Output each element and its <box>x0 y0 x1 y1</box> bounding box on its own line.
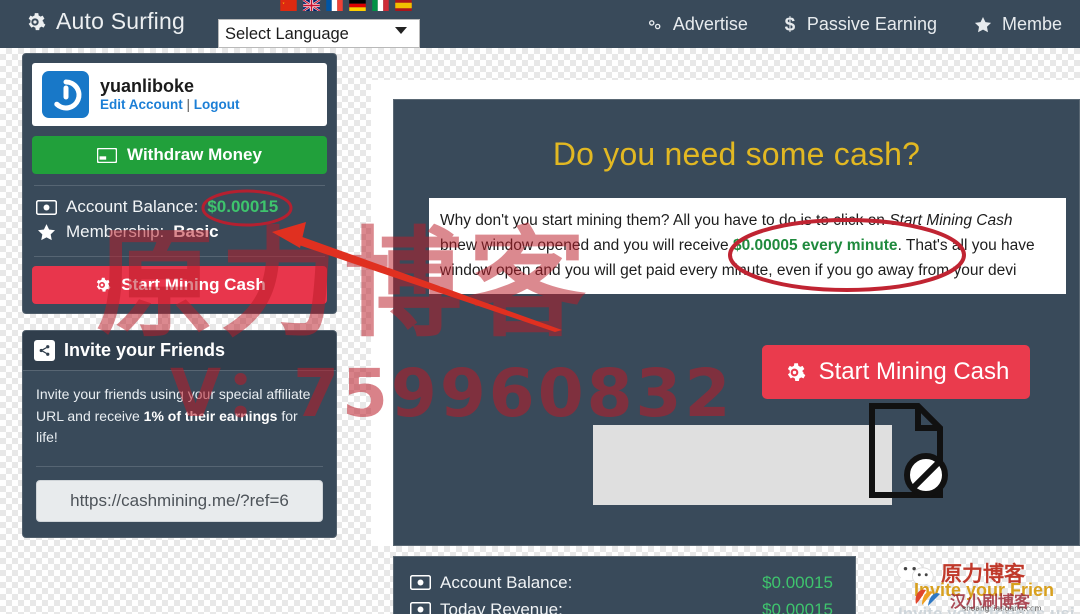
flag-germany-icon[interactable] <box>347 0 368 11</box>
gear-icon <box>28 12 46 30</box>
flag-france-icon[interactable] <box>324 0 345 11</box>
stat-value: Basic <box>173 221 219 241</box>
stat-value: $0.00015 <box>207 197 279 216</box>
profile-text: yuanliboke Edit Account | Logout <box>100 75 240 114</box>
bottom-stat-label-wrap: Account Balance: <box>410 569 572 596</box>
info-line2-a: new window opened and you will receive <box>448 237 733 255</box>
edit-account-link[interactable]: Edit Account <box>100 97 183 112</box>
withdraw-money-label: Withdraw Money <box>127 145 262 164</box>
divider <box>36 465 323 467</box>
brand-logo[interactable]: Auto Surfing <box>24 8 185 35</box>
share-icon <box>34 339 55 361</box>
nav-link-label: Passive Earning <box>806 13 937 34</box>
bottom-stat-account-balance: Account Balance: $0.00015 <box>410 569 833 596</box>
stat-membership: Membership: Basic <box>32 220 327 245</box>
profile-links: Edit Account | Logout <box>100 97 240 114</box>
info-seg2: b <box>440 237 449 255</box>
info-emphasis: Start Mining Cash <box>889 212 1013 229</box>
divider <box>34 255 325 257</box>
start-mining-cash-button-sidebar[interactable]: Start Mining Cash <box>32 265 327 304</box>
invite-friends-title: Invite your Friends <box>64 339 226 360</box>
credit-card-icon <box>97 147 118 163</box>
bottom-stats-panel: Account Balance: $0.00015 Today Revenue:… <box>393 556 856 614</box>
start-mining-label: Start Mining Cash <box>121 274 266 294</box>
bottom-stat-label: Today Revenue: <box>440 600 563 614</box>
wechat-overlay-badge: 原力博客 Invite your Frien 汉小刷博客 shuangxiaog… <box>890 560 1080 614</box>
dollar-icon: $ <box>785 14 796 34</box>
invite-friends-text: Invite your friends using your special a… <box>36 384 323 449</box>
stat-account-balance: Account Balance: $0.00015 <box>32 195 327 220</box>
broken-image-icon <box>869 403 948 498</box>
nav-link-advertise[interactable]: Advertise <box>627 14 766 35</box>
star-icon <box>974 16 992 32</box>
username: yuanliboke <box>100 75 195 96</box>
sidebar: yuanliboke Edit Account | Logout Withdra… <box>22 53 337 538</box>
money-bill-icon <box>36 199 57 215</box>
info-rate: $0.00005 every minute <box>732 237 898 255</box>
main-panel: Do you need some cash? Why don't you sta… <box>371 80 1080 546</box>
nav-link-label: Advertise <box>672 13 748 34</box>
gear-icon <box>787 362 805 381</box>
mining-info-box: Why don't you start mining them? All you… <box>429 198 1066 295</box>
avatar-logo-icon <box>53 79 81 110</box>
main-content-card: Do you need some cash? Why don't you sta… <box>393 99 1080 546</box>
bottom-stat-today-revenue: Today Revenue: $0.00015 <box>410 596 833 614</box>
invite-friends-card: Invite your Friends Invite your friends … <box>22 329 337 538</box>
invite-friends-body: Invite your friends using your special a… <box>23 371 336 537</box>
bottom-stat-value: $0.00015 <box>762 573 833 592</box>
divider <box>34 185 325 186</box>
flag-italy-icon[interactable] <box>370 0 391 11</box>
star-icon <box>38 224 55 241</box>
gear-icon <box>97 277 111 292</box>
brand-title: Auto Surfing <box>56 8 185 34</box>
profile-block: yuanliboke Edit Account | Logout <box>32 63 327 126</box>
money-bill-icon <box>410 575 431 591</box>
link-chain-icon <box>648 19 661 29</box>
withdraw-money-button[interactable]: Withdraw Money <box>32 136 327 174</box>
flag-spain-icon[interactable] <box>393 0 414 11</box>
navbar-links: Advertise $ Passive Earning Membe <box>627 0 1080 48</box>
bottom-stat-value: $0.00015 <box>762 600 833 614</box>
nav-link-membership[interactable]: Membe <box>955 14 1080 35</box>
invite-text-bold: 1% of their earnings <box>143 407 278 424</box>
svg-text:$: $ <box>785 14 796 34</box>
flag-china-icon[interactable] <box>278 0 299 11</box>
logout-link[interactable]: Logout <box>194 97 240 112</box>
referral-url-input[interactable] <box>36 479 323 522</box>
start-mining-label: Start Mining Cash <box>818 358 1010 385</box>
bottom-stat-label-wrap: Today Revenue: <box>410 596 563 614</box>
nav-link-label: Membe <box>1001 13 1062 34</box>
info-seg1: Why don't you start mining them? All you… <box>440 212 890 229</box>
wechat-bottom-text: Invite your friends usi <box>898 604 1075 614</box>
money-bill-icon <box>410 602 431 614</box>
info-line3: window open and you will get paid every … <box>440 262 1017 280</box>
broken-image-placeholder <box>593 425 892 505</box>
page-title: Do you need some cash? <box>552 136 921 172</box>
start-mining-cash-button-main[interactable]: Start Mining Cash <box>762 345 1030 399</box>
language-flag-strip[interactable] <box>278 0 414 11</box>
top-navbar: Auto Surfing Select Language Advertise $… <box>0 0 1080 48</box>
link-separator: | <box>186 97 191 113</box>
info-line2-b: . That's all you have <box>897 237 1035 255</box>
flag-united-kingdom-icon[interactable] <box>301 0 322 11</box>
nav-link-passive-earning[interactable]: $ Passive Earning <box>766 14 955 35</box>
stat-label: Membership: <box>66 221 165 241</box>
language-select[interactable]: Select Language <box>218 19 420 48</box>
avatar <box>42 71 89 118</box>
account-card: yuanliboke Edit Account | Logout Withdra… <box>22 53 337 314</box>
bottom-stat-label: Account Balance: <box>440 573 573 592</box>
stat-label: Account Balance: <box>66 197 199 216</box>
invite-friends-header: Invite your Friends <box>23 330 336 371</box>
